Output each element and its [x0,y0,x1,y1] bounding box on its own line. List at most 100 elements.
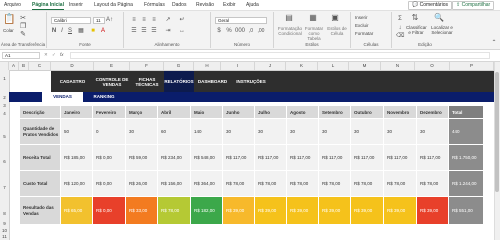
result-cell[interactable]: R$ 39,00 [223,197,254,224]
row-header-7[interactable]: 7 [0,185,9,190]
fx-icon[interactable]: fx [60,52,64,57]
column-header-n[interactable]: N [381,62,415,70]
conditional-formatting-label[interactable]: Formatação Condicional [276,26,304,36]
nav-relatorios[interactable]: RELATÓRIOS [164,71,194,92]
result-cell[interactable]: R$ 39,00 [417,197,448,224]
align-right-icon[interactable]: ☰ [150,27,158,35]
find-select-label[interactable]: Localizar e Selecionar [428,25,456,35]
row-header-8[interactable]: 8 [0,211,9,216]
result-cell[interactable]: R$ 39,00 [319,197,350,224]
result-cell[interactable]: R$ 78,00 [158,197,190,224]
column-header-k[interactable]: K [286,62,318,70]
align-bottom-icon[interactable]: ≡ [150,16,158,24]
data-cell[interactable]: R$ 548,00 [191,145,222,170]
data-cell[interactable]: 30 [384,119,416,144]
result-cell[interactable]: R$ 39,00 [255,197,286,224]
format-cells-button[interactable]: Formatar [355,31,373,36]
merge-center-icon[interactable]: ↔ [178,27,186,35]
nav-controle-de-vendas[interactable]: CONTROLE DE VENDAS [94,71,130,92]
row-header-3[interactable]: 3 [0,103,9,108]
row-header-10[interactable]: 10 [0,228,9,233]
sort-filter-icon[interactable]: ⇅ [410,14,420,22]
result-cell[interactable]: R$ 182,00 [191,197,222,224]
underline-icon[interactable]: S [67,27,73,35]
font-color-icon[interactable]: A [99,27,107,35]
result-cell[interactable]: R$ 0,00 [93,197,125,224]
nav-cadastro[interactable]: CADASTRO [51,71,94,92]
data-cell[interactable]: R$ 117,00 [223,145,254,170]
column-header-m[interactable]: M [349,62,381,70]
nav-fichas-tecnicas[interactable]: FICHAS TÉCNICAS [130,71,164,92]
align-top-icon[interactable]: ≡ [130,16,138,24]
decrease-decimal-icon[interactable]: ,00 [257,27,265,35]
menu-formulas[interactable]: Fórmulas [144,2,165,8]
column-header-g[interactable]: G [164,62,194,70]
column-header-f[interactable]: F [130,62,164,70]
data-cell[interactable]: R$ 78,00 [287,171,318,196]
format-table-label[interactable]: Formatar como Tabela [302,26,326,41]
menu-pagina-inicial[interactable]: Página Inicial [32,2,64,10]
column-header-l[interactable]: L [318,62,349,70]
total-cell[interactable]: R$ 1.244,00 [449,171,483,196]
column-header-i[interactable]: I [221,62,255,70]
data-cell[interactable]: 30 [319,119,350,144]
grow-font-icon[interactable]: A↑ [106,16,113,24]
number-format-select[interactable]: Geral [215,17,267,24]
data-cell[interactable]: 140 [191,119,222,144]
paste-label[interactable]: Colar [3,28,14,33]
data-cell[interactable]: R$ 78,00 [351,171,383,196]
menu-ajuda[interactable]: Ajuda [246,2,259,8]
percent-icon[interactable]: % [225,27,233,35]
result-cell[interactable]: R$ 39,00 [351,197,383,224]
menu-layout[interactable]: Layout da Página [94,2,133,8]
fill-color-icon[interactable]: ■ [89,27,97,35]
clear-icon[interactable]: ⌫ [396,32,404,40]
collapse-ribbon-icon[interactable]: ⌃ [490,39,498,47]
total-cell[interactable]: R$ 551,00 [449,197,483,224]
data-cell[interactable]: R$ 117,00 [417,145,448,170]
column-header-b[interactable]: B [19,62,29,70]
formula-input[interactable] [70,52,490,59]
fill-icon[interactable]: ↓ [396,24,404,32]
column-header-c[interactable]: C [29,62,51,70]
data-cell[interactable]: R$ 234,00 [158,145,190,170]
autosum-icon[interactable]: Σ [396,15,404,23]
nav-instrucoes[interactable]: INSTRUÇÕES [231,71,271,92]
paste-icon[interactable]: 📋 [3,14,15,26]
data-cell[interactable]: R$ 78,00 [319,171,350,196]
find-select-icon[interactable]: 🔍 [434,14,444,22]
data-cell[interactable]: R$ 156,00 [158,171,190,196]
row-header-6[interactable]: 6 [0,159,9,164]
nav-dashboard[interactable]: DASHBOARD [194,71,231,92]
delete-cells-button[interactable]: Excluir [355,23,369,28]
format-painter-icon[interactable]: ✎ [20,31,26,39]
cell-styles-icon[interactable]: ▣ [330,14,340,22]
column-header-p[interactable]: P [450,62,494,70]
data-cell[interactable]: 30 [287,119,318,144]
menu-revisao[interactable]: Revisão [196,2,214,8]
data-cell[interactable]: 60 [158,119,190,144]
data-cell[interactable]: 30 [126,119,157,144]
menu-arquivo[interactable]: Arquivo [4,2,21,8]
cell-styles-label[interactable]: Estilos de Célula [326,26,348,36]
name-box[interactable]: A1 [2,52,40,59]
column-header-d[interactable]: D [51,62,94,70]
data-cell[interactable]: R$ 117,00 [351,145,383,170]
data-cell[interactable]: R$ 59,00 [126,145,157,170]
column-header-a[interactable]: A [9,62,19,70]
select-all-corner[interactable] [0,62,9,70]
format-table-icon[interactable]: ▦ [308,14,318,22]
data-cell[interactable]: R$ 185,00 [61,145,92,170]
menu-dados[interactable]: Dados [172,2,186,8]
data-cell[interactable]: R$ 0,00 [93,145,125,170]
menu-inserir[interactable]: Inserir [69,2,83,8]
data-cell[interactable]: R$ 364,00 [191,171,222,196]
data-cell[interactable]: R$ 26,00 [126,171,157,196]
row-header-5[interactable]: 5 [0,134,9,139]
data-cell[interactable]: 30 [351,119,383,144]
copy-icon[interactable]: ❐ [20,23,26,31]
data-cell[interactable]: R$ 120,00 [61,171,92,196]
vertical-scrollbar-thumb[interactable] [495,72,499,192]
data-cell[interactable]: R$ 117,00 [287,145,318,170]
data-cell[interactable]: R$ 78,00 [417,171,448,196]
